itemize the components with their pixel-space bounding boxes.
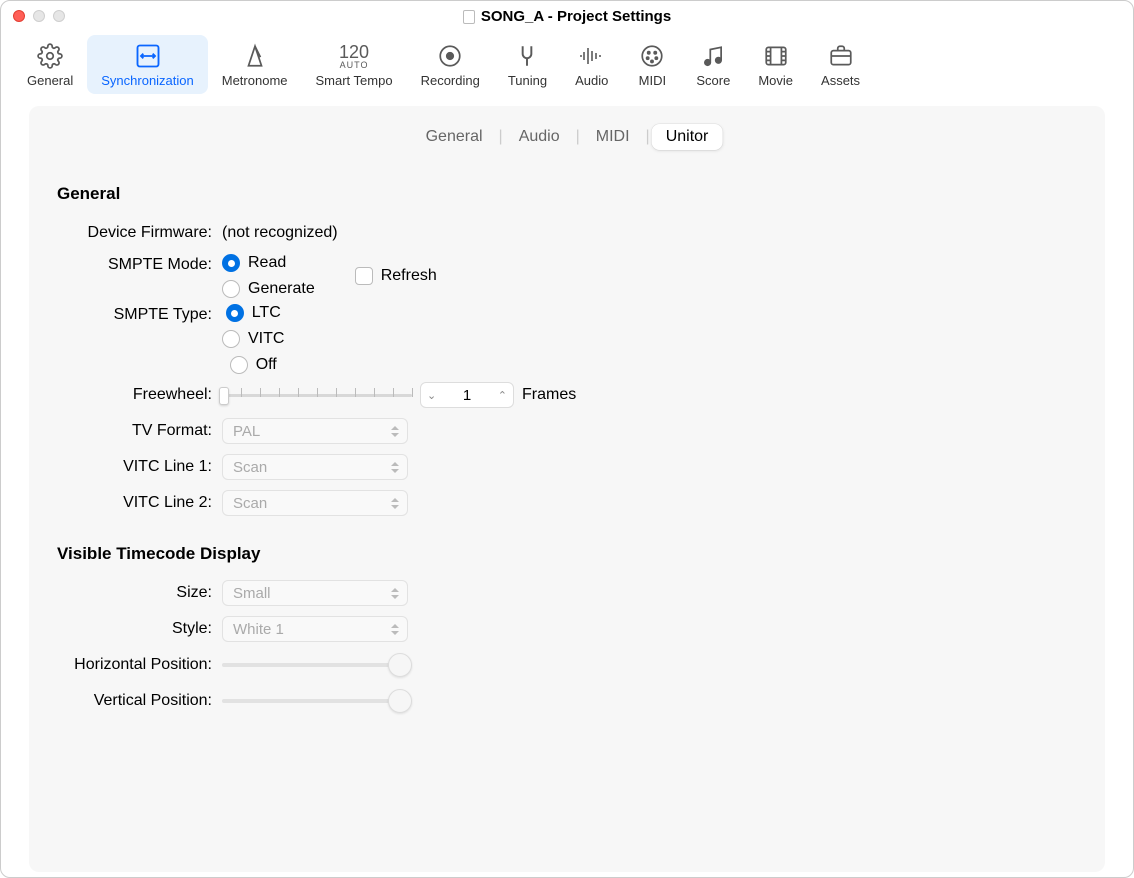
sync-icon <box>134 41 162 71</box>
subtab-general[interactable]: General <box>412 124 497 150</box>
slider-thumb[interactable] <box>388 653 412 677</box>
record-icon <box>437 41 463 71</box>
subtabs: General | Audio | MIDI | Unitor <box>412 124 723 150</box>
radio-icon <box>226 304 244 322</box>
toolbar-tab-recording[interactable]: Recording <box>407 35 494 94</box>
smpte-type-ltc[interactable]: LTC <box>226 304 281 322</box>
chevron-up-icon[interactable]: ⌃ <box>498 389 507 402</box>
waveform-icon <box>578 41 606 71</box>
updown-caret-icon <box>391 588 399 599</box>
toolbar-tab-tuning[interactable]: Tuning <box>494 35 561 94</box>
metronome-icon <box>242 41 268 71</box>
hpos-label: Horizontal Position: <box>57 656 222 674</box>
toolbar-tab-smart-tempo[interactable]: 120 AUTO Smart Tempo <box>302 35 407 94</box>
briefcase-icon <box>828 41 854 71</box>
smpte-mode-refresh[interactable]: Refresh <box>355 267 437 285</box>
vitc2-label: VITC Line 2: <box>57 494 222 512</box>
section-general: General Device Firmware: (not recognized… <box>57 184 1077 518</box>
checkbox-icon <box>355 267 373 285</box>
smpte-mode-label: SMPTE Mode: <box>57 254 222 274</box>
tempo-icon: 120 AUTO <box>339 41 369 71</box>
freewheel-label: Freewheel: <box>57 386 222 404</box>
updown-caret-icon <box>391 462 399 473</box>
section-heading-general: General <box>57 184 1077 204</box>
document-icon <box>463 10 475 24</box>
freewheel-stepper[interactable]: ⌄ 1 ⌃ <box>420 382 514 408</box>
slider-thumb[interactable] <box>388 689 412 713</box>
subtab-unitor[interactable]: Unitor <box>652 124 723 150</box>
smpte-type-vitc[interactable]: VITC <box>222 330 284 348</box>
device-firmware-value: (not recognized) <box>222 224 338 242</box>
toolbar-tab-audio[interactable]: Audio <box>561 35 622 94</box>
toolbar-tab-assets[interactable]: Assets <box>807 35 874 94</box>
subtab-audio[interactable]: Audio <box>505 124 574 150</box>
vitc1-select[interactable]: Scan <box>222 454 408 480</box>
freewheel-unit: Frames <box>522 386 576 404</box>
section-timecode: Visible Timecode Display Size: Small Sty… <box>57 544 1077 716</box>
smpte-type-off[interactable]: Off <box>230 356 277 374</box>
tv-format-label: TV Format: <box>57 422 222 440</box>
style-select[interactable]: White 1 <box>222 616 408 642</box>
window-title: SONG_A - Project Settings <box>463 4 671 25</box>
minimize-button[interactable] <box>33 10 45 22</box>
titlebar: SONG_A - Project Settings <box>1 1 1133 29</box>
size-select[interactable]: Small <box>222 580 408 606</box>
radio-icon <box>230 356 248 374</box>
freewheel-slider[interactable] <box>222 385 412 405</box>
hpos-slider[interactable] <box>222 653 412 677</box>
updown-caret-icon <box>391 498 399 509</box>
device-firmware-label: Device Firmware: <box>57 224 222 242</box>
smpte-type-label: SMPTE Type: <box>57 304 222 324</box>
toolbar-tab-metronome[interactable]: Metronome <box>208 35 302 94</box>
section-heading-timecode: Visible Timecode Display <box>57 544 1077 564</box>
smpte-mode-read[interactable]: Read <box>222 254 315 272</box>
smpte-mode-generate[interactable]: Generate <box>222 280 315 298</box>
size-label: Size: <box>57 584 222 602</box>
toolbar-tab-movie[interactable]: Movie <box>744 35 807 94</box>
window-title-text: SONG_A - Project Settings <box>481 8 671 25</box>
style-label: Style: <box>57 620 222 638</box>
radio-icon <box>222 280 240 298</box>
chevron-down-icon[interactable]: ⌄ <box>427 389 436 402</box>
updown-caret-icon <box>391 624 399 635</box>
radio-icon <box>222 254 240 272</box>
updown-caret-icon <box>391 426 399 437</box>
toolbar-tab-score[interactable]: Score <box>682 35 744 94</box>
toolbar-tab-general[interactable]: General <box>13 35 87 94</box>
toolbar-tab-midi[interactable]: MIDI <box>622 35 682 94</box>
vitc2-select[interactable]: Scan <box>222 490 408 516</box>
subtab-midi[interactable]: MIDI <box>582 124 644 150</box>
film-icon <box>763 41 789 71</box>
window-controls <box>13 10 65 22</box>
vpos-label: Vertical Position: <box>57 692 222 710</box>
window: SONG_A - Project Settings General Synchr… <box>0 0 1134 878</box>
vitc1-label: VITC Line 1: <box>57 458 222 476</box>
toolbar: General Synchronization Metronome 120 AU… <box>1 29 1133 102</box>
zoom-button[interactable] <box>53 10 65 22</box>
vpos-slider[interactable] <box>222 689 412 713</box>
gear-icon <box>37 41 63 71</box>
tv-format-select[interactable]: PAL <box>222 418 408 444</box>
close-button[interactable] <box>13 10 25 22</box>
content-area: General | Audio | MIDI | Unitor General … <box>29 106 1105 872</box>
radio-icon <box>222 330 240 348</box>
midi-icon <box>639 41 665 71</box>
slider-thumb[interactable] <box>219 387 229 405</box>
music-notes-icon <box>700 41 726 71</box>
tuning-fork-icon <box>514 41 540 71</box>
toolbar-tab-synchronization[interactable]: Synchronization <box>87 35 208 94</box>
